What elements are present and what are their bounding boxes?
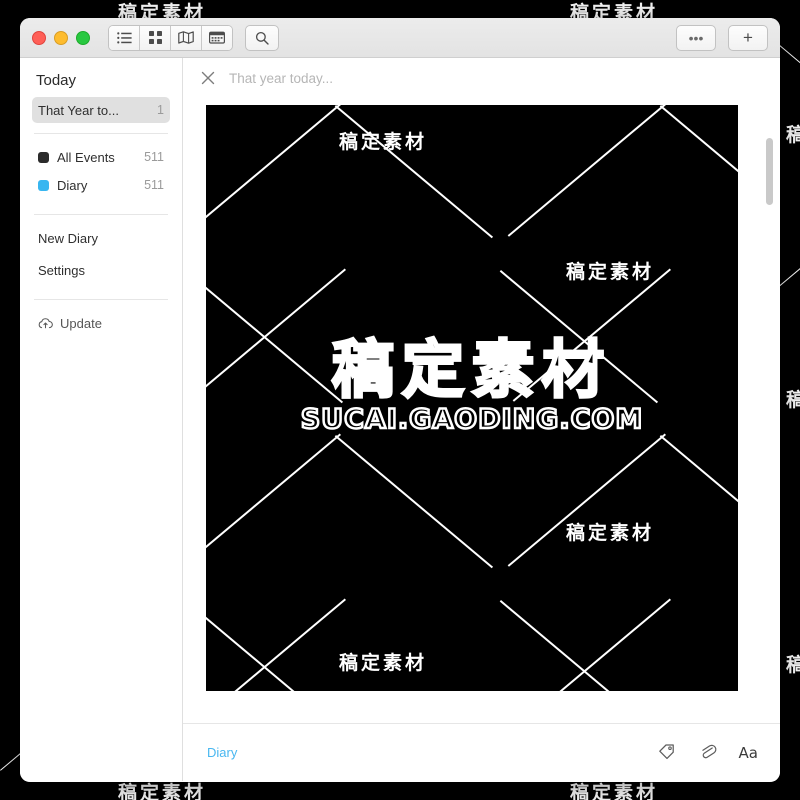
watermark-line (512, 268, 671, 402)
watermark-line (659, 105, 738, 238)
watermark-line (206, 270, 344, 403)
window-toolbar: ••• + (20, 18, 780, 58)
content-scroll-area: 稿定素材 稿定素材 稿定素材 稿定素材 稿定素材 SUCAI.GAODING.C… (183, 98, 780, 723)
photo-watermark-text: 稿定素材 (566, 522, 655, 544)
photo-watermark-text: 稿定素材 (566, 261, 655, 283)
traffic-lights (32, 30, 90, 45)
photo-watermark-text: 稿定素材 (339, 131, 428, 153)
more-options-button[interactable]: ••• (676, 24, 716, 51)
bottom-bar-icons: Aa (657, 741, 758, 765)
content-header: That year today... (183, 58, 780, 98)
close-icon[interactable] (199, 69, 217, 87)
sidebar-item-label: Update (60, 315, 102, 331)
content-pane: That year today... 稿定素材 稿定素材 稿定素材 稿定素材 稿… (183, 58, 780, 781)
sidebar-item-all-events[interactable]: All Events 511 (32, 144, 170, 170)
calendar-icon (209, 31, 225, 44)
photo-watermark-center: 稿定素材 SUCAI.GAODING.COM (206, 333, 738, 437)
photo-watermark-cn: 稿定素材 (330, 333, 612, 406)
sidebar: Today That Year to... 1 All Events 511 D… (20, 58, 183, 781)
add-entry-button[interactable]: + (728, 24, 768, 51)
map-icon (178, 31, 194, 44)
entry-photo[interactable]: 稿定素材 稿定素材 稿定素材 稿定素材 稿定素材 SUCAI.GAODING.C… (206, 105, 738, 691)
watermark-line (206, 600, 344, 691)
list-icon (116, 31, 132, 43)
list-view-button[interactable] (109, 25, 140, 50)
sidebar-item-count: 511 (144, 150, 164, 164)
attachment-icon[interactable] (698, 741, 717, 765)
minimize-window-button[interactable] (54, 30, 68, 45)
sidebar-item-label: Settings (38, 262, 85, 278)
sidebar-item-count: 511 (144, 178, 164, 192)
watermark-line (499, 270, 659, 403)
entry-tag-label[interactable]: Diary (207, 745, 237, 760)
sidebar-divider (34, 133, 168, 134)
vertical-scrollbar[interactable] (766, 98, 773, 723)
entry-bottom-bar: Diary Aa (183, 723, 780, 781)
close-window-button[interactable] (32, 30, 46, 45)
sidebar-item-that-year-today[interactable]: That Year to... 1 (32, 97, 170, 123)
tag-icon[interactable] (657, 741, 676, 765)
watermark-line (334, 435, 494, 568)
watermark-line (206, 598, 346, 691)
calendar-view-button[interactable] (202, 25, 232, 50)
map-view-button[interactable] (171, 25, 202, 50)
content-title: That year today... (229, 70, 334, 86)
toolbar-right-group: ••• + (676, 24, 768, 51)
view-mode-segmented-control (108, 24, 233, 51)
photo-watermark-text: 稿定素材 (339, 652, 428, 674)
watermark-line (512, 598, 671, 691)
window-body: Today That Year to... 1 All Events 511 D… (20, 58, 780, 781)
watermark-line (206, 433, 341, 567)
sidebar-item-count: 1 (157, 103, 164, 117)
watermark-line (499, 600, 659, 691)
grid-icon (148, 31, 162, 44)
watermark-line (334, 105, 494, 238)
font-icon[interactable]: Aa (739, 744, 758, 762)
calendar-color-swatch (38, 179, 49, 191)
sidebar-item-update[interactable]: Update (32, 310, 170, 336)
watermark-line (507, 433, 666, 567)
calendar-color-swatch (38, 151, 49, 163)
scrollbar-thumb[interactable] (766, 138, 773, 205)
page-watermark-text: 稿定素材 (786, 654, 800, 676)
watermark-line (206, 105, 341, 237)
page-watermark-text: 稿定素材 (786, 124, 800, 146)
sidebar-title: Today (36, 72, 77, 89)
sidebar-item-diary[interactable]: Diary 511 (32, 172, 170, 198)
zoom-window-button[interactable] (76, 30, 90, 45)
sidebar-item-label: Diary (57, 177, 88, 193)
cloud-upload-icon (38, 317, 53, 329)
grid-view-button[interactable] (140, 25, 171, 50)
sidebar-item-settings[interactable]: Settings (32, 257, 170, 283)
screenshot-root: 稿定素材 稿定素材 稿定素材 稿定素材 稿定素材 稿定素材 稿定素材 (0, 0, 800, 800)
photo-watermark-url: SUCAI.GAODING.COM (299, 403, 644, 437)
sidebar-divider (34, 299, 168, 300)
sidebar-item-label: New Diary (38, 230, 98, 246)
sidebar-divider (34, 214, 168, 215)
page-watermark-text: 稿定素材 (786, 389, 800, 411)
watermark-line (206, 268, 346, 402)
watermark-line (659, 435, 738, 568)
app-window: ••• + Today That Year to... 1 All Events… (20, 18, 780, 782)
search-button[interactable] (245, 24, 279, 51)
sidebar-item-label: All Events (57, 149, 115, 165)
watermark-line (507, 105, 666, 237)
sidebar-item-new-diary[interactable]: New Diary (32, 225, 170, 251)
sidebar-item-label: That Year to... (38, 102, 119, 118)
search-icon (255, 31, 269, 45)
